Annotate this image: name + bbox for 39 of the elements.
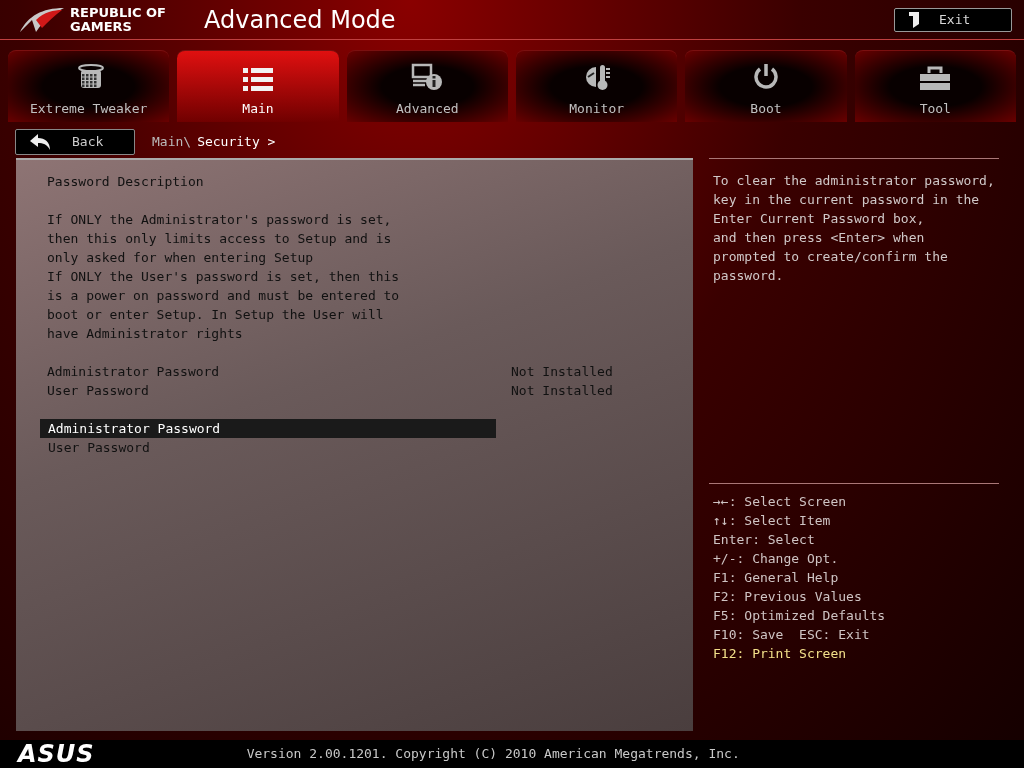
key-hint: Enter: Select [713, 531, 816, 549]
setting-label: Administrator Password [47, 363, 221, 381]
toolbox-icon [919, 64, 952, 91]
breadcrumb-current: Security > [197, 133, 276, 152]
back-arrow-icon [30, 134, 50, 150]
power-icon [751, 62, 780, 91]
back-button[interactable]: Back [15, 129, 135, 155]
key-hint: →←: Select Screen [713, 493, 848, 511]
door-icon [909, 11, 919, 28]
list-icon [243, 66, 273, 91]
key-hint: F1: General Help [713, 569, 840, 587]
key-hint: +/-: Change Opt. [713, 550, 840, 568]
key-hint: F12: Print Screen [713, 645, 848, 663]
breadcrumb-parent: Main\ [152, 133, 192, 152]
version-text: Version 2.00.1201. Copyright (C) 2010 American Megatrends, Inc. [246, 745, 740, 764]
exit-button[interactable]: Exit [894, 7, 1012, 32]
window-title: Advanced Mode [204, 4, 396, 36]
nav-tab[interactable]: Tool [854, 50, 1016, 122]
section-title: Password Description [46, 173, 205, 191]
help-text: To clear the administrator password, key in the current password in the Enter Current Password box, and then press <Enter> when prompted to create/confirm the password. [713, 172, 996, 285]
nav-tab[interactable]: Monitor [516, 50, 678, 122]
asus-logo: ASUS [18, 742, 95, 766]
key-hint: ↑↓: Select Item [713, 512, 832, 530]
nav-tab[interactable]: Extreme Tweaker [8, 50, 170, 122]
monitor-info-icon [411, 62, 444, 91]
nav-tab[interactable]: Main [177, 50, 339, 122]
brand-name: REPUBLIC OF GAMERS [70, 5, 166, 34]
setting-label: User Password [47, 382, 150, 400]
key-hint: F5: Optimized Defaults [713, 607, 887, 625]
description-text: If ONLY the User's password is set, then this is a power on password and must be entered to boot or enter Setup. In Setup the User will have Administrator rights [47, 268, 401, 343]
key-hint: F2: Previous Values [713, 588, 863, 606]
eye-logo-icon [18, 5, 66, 34]
setting-value: Not Installed [511, 363, 613, 381]
key-hint: F10: Save ESC: Exit [713, 626, 871, 644]
menu-item[interactable]: Administrator Password [40, 419, 496, 438]
nav-tab[interactable]: Advanced [346, 50, 508, 122]
nav-tab[interactable]: Boot [685, 50, 847, 122]
description-text: If ONLY the Administrator's password is set, then this only limits access to Setup and is only asked for when entering Setup [47, 211, 393, 267]
setting-value: Not Installed [511, 382, 613, 400]
